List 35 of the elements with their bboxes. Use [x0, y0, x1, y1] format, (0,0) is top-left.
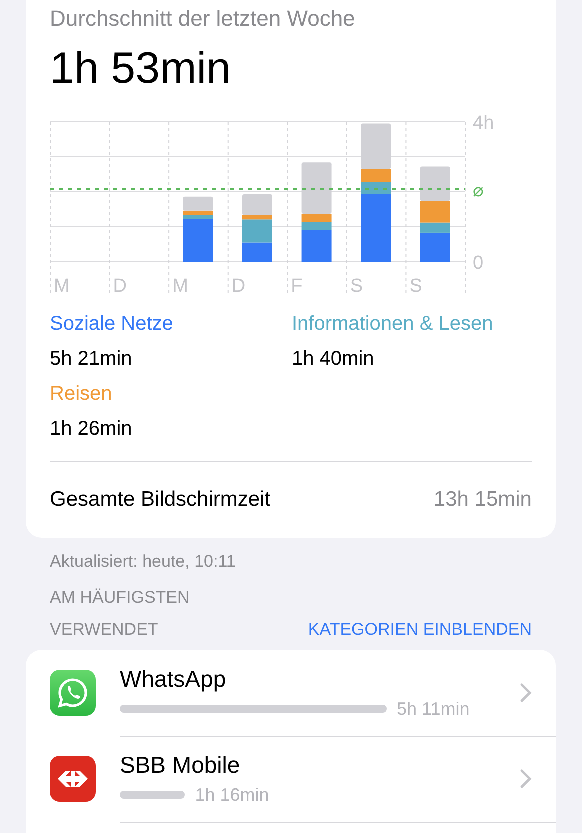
average-label: ⌀	[473, 180, 484, 201]
chevron-icon	[520, 682, 532, 702]
show-categories-link[interactable]: KATEGORIEN EINBLENDEN	[308, 620, 532, 640]
total-value: 13h 15min	[434, 488, 532, 512]
category-time: 1h 40min	[292, 348, 376, 371]
axis-label: M	[54, 276, 70, 294]
category-time: 5h 21min	[50, 348, 134, 371]
usage-time: 1h 16min	[195, 784, 270, 806]
app-row[interactable]: WhatsApp 5h 11min	[26, 650, 556, 736]
chart-bar	[242, 242, 272, 262]
category-time: 1h 26min	[50, 418, 134, 441]
total-label: Gesamte Bildschirmzeit	[50, 488, 271, 512]
app-name: WhatsApp	[120, 666, 228, 692]
chat-phone-icon	[50, 670, 96, 716]
app-name: SBB Mobile	[120, 752, 242, 778]
section-title: Durchschnitt der letzten Woche	[50, 6, 356, 32]
updated-text: Aktualisiert: heute, 10:11	[50, 552, 237, 572]
average-time: 1h 53min	[50, 44, 232, 94]
app-row[interactable]: SBB Mobile 1h 16min	[26, 736, 556, 822]
usage-time: 5h 11min	[397, 698, 470, 720]
chevron-icon	[520, 768, 532, 788]
axis-label: M	[172, 276, 188, 294]
axis-label: S	[410, 276, 422, 294]
category-name: Informationen & Lesen	[292, 313, 494, 336]
axis-label: S	[350, 276, 364, 294]
axis-label: 0	[473, 253, 484, 274]
axis-label: F	[291, 276, 303, 294]
axis-label: 4h	[473, 113, 494, 134]
section-heading: VERWENDET	[50, 620, 160, 640]
usage-bar	[120, 791, 186, 799]
axis-label: D	[113, 276, 128, 294]
axis-label: D	[232, 276, 246, 294]
section-heading: AM HÄUFIGSTEN	[50, 588, 190, 608]
category-name: Reisen	[50, 383, 114, 406]
category-name: Soziale Netze	[50, 313, 174, 336]
